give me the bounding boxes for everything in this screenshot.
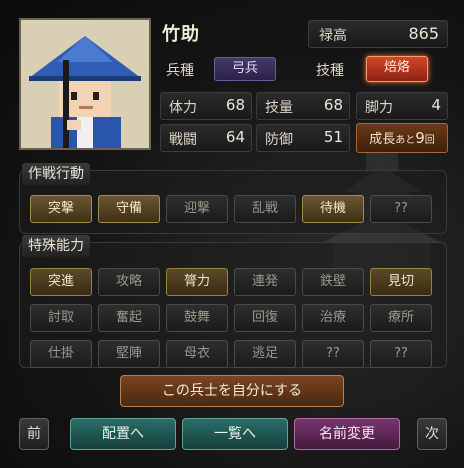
tactic-button-1[interactable]: 守備 [98, 195, 160, 223]
unit-name: 竹助 [162, 24, 200, 45]
tech-value: 68 [323, 96, 343, 114]
ability-button-5[interactable]: 見切 [370, 268, 432, 296]
ability-button-2[interactable]: 膂力 [166, 268, 228, 296]
unit-detail-panel: 竹助 禄高 865 兵種 弓兵 技種 焙烙 体力 68 技量 68 脚力 4 戦… [0, 0, 464, 468]
growth-small-label: あと [395, 135, 416, 146]
tactic-button-2[interactable]: 迎撃 [166, 195, 228, 223]
salary-box: 禄高 865 [308, 20, 448, 48]
defense-label: 防御 [265, 132, 293, 148]
troop-type-label: 兵種 [166, 63, 194, 79]
ability-button-8[interactable]: 鼓舞 [166, 304, 228, 332]
defense-stat-box: 防御 51 [256, 124, 350, 152]
battle-value: 64 [225, 128, 245, 146]
hp-label: 体力 [169, 100, 197, 116]
ability-button-6[interactable]: 討取 [30, 304, 92, 332]
ability-button-0[interactable]: 突進 [30, 268, 92, 296]
leg-stat-box: 脚力 4 [356, 92, 448, 120]
ability-button-16[interactable]: ?? [302, 340, 364, 368]
salary-label: 禄高 [319, 28, 347, 44]
abilities-title: 特殊能力 [22, 235, 90, 257]
troop-type-badge: 弓兵 [214, 57, 276, 81]
growth-unit: 回 [424, 135, 435, 146]
ability-button-9[interactable]: 回復 [234, 304, 296, 332]
growth-value: 9 [415, 129, 425, 147]
skill-type-label: 技種 [316, 63, 344, 79]
tactic-button-3[interactable]: 乱戦 [234, 195, 296, 223]
skill-type-badge: 焙烙 [366, 56, 428, 82]
ability-button-1[interactable]: 攻略 [98, 268, 160, 296]
rename-button[interactable]: 名前変更 [294, 418, 400, 450]
tactic-button-4[interactable]: 待機 [302, 195, 364, 223]
battle-stat-box: 戦闘 64 [160, 124, 252, 152]
tactic-button-0[interactable]: 突撃 [30, 195, 92, 223]
prev-button[interactable]: 前 [19, 418, 49, 450]
battle-label: 戦闘 [169, 132, 197, 148]
unit-portrait [19, 18, 151, 150]
ability-button-11[interactable]: 療所 [370, 304, 432, 332]
ability-button-15[interactable]: 逃足 [234, 340, 296, 368]
next-button[interactable]: 次 [417, 418, 447, 450]
archer-portrait-image [21, 20, 149, 148]
tactics-title: 作戦行動 [22, 163, 90, 185]
tech-stat-box: 技量 68 [256, 92, 350, 120]
ability-button-4[interactable]: 鉄壁 [302, 268, 364, 296]
growth-label: 成長 [369, 132, 396, 147]
growth-badge: 成長あと9回 [356, 123, 448, 153]
tactic-button-5[interactable]: ?? [370, 195, 432, 223]
ability-button-14[interactable]: 母衣 [166, 340, 228, 368]
abilities-grid: 突進 攻略 膂力 連発 鉄壁 見切討取 奮起 鼓舞 回復 治療 療所仕掛 堅陣 母衣 逃足???? [30, 268, 432, 368]
tech-label: 技量 [265, 100, 293, 116]
deploy-button[interactable]: 配置へ [70, 418, 176, 450]
defense-value: 51 [323, 128, 343, 146]
ability-button-7[interactable]: 奮起 [98, 304, 160, 332]
salary-value: 865 [408, 24, 439, 43]
leg-value: 4 [431, 96, 441, 114]
hp-value: 68 [225, 96, 245, 114]
ability-button-17[interactable]: ?? [370, 340, 432, 368]
ability-button-3[interactable]: 連発 [234, 268, 296, 296]
ability-button-13[interactable]: 堅陣 [98, 340, 160, 368]
ability-button-12[interactable]: 仕掛 [30, 340, 92, 368]
leg-label: 脚力 [365, 100, 393, 116]
make-own-button[interactable]: この兵士を自分にする [120, 375, 344, 407]
hp-stat-box: 体力 68 [160, 92, 252, 120]
tactics-grid: 突撃 守備 迎撃 乱戦 待機?? [30, 195, 432, 223]
list-button[interactable]: 一覧へ [182, 418, 288, 450]
ability-button-10[interactable]: 治療 [302, 304, 364, 332]
